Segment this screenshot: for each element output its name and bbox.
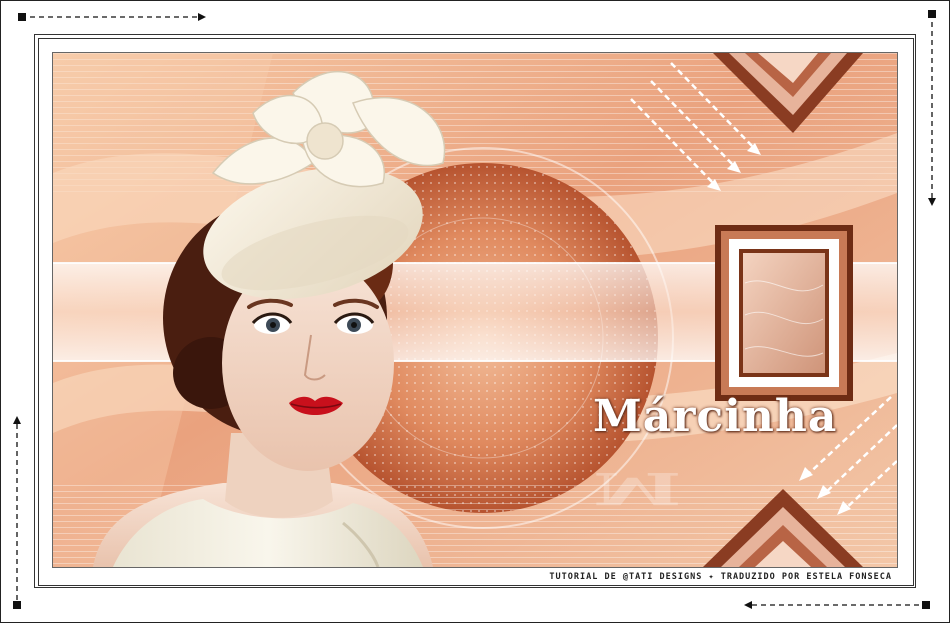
signature-logo: M xyxy=(593,462,682,514)
top-right-arrow xyxy=(928,10,936,206)
svg-text:M: M xyxy=(593,462,682,514)
framed-picture xyxy=(715,225,853,401)
artwork: M xyxy=(53,53,897,567)
bottom-right-arrow xyxy=(744,601,930,609)
bottom-left-arrow xyxy=(13,416,21,609)
credit-text: TUTORIAL DE @TATI DESIGNS ✦ TRADUZIDO PO… xyxy=(549,572,892,582)
top-left-arrow xyxy=(18,13,206,21)
artwork-frame: M Márcinha xyxy=(52,52,898,568)
signature-text: Márcinha xyxy=(593,391,838,442)
